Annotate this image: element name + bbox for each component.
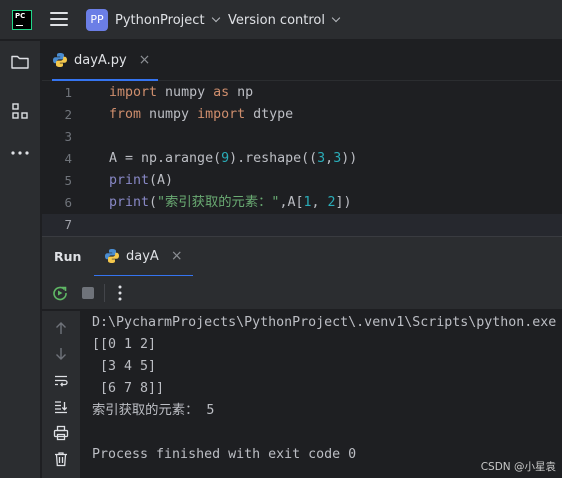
chevron-down-icon (211, 13, 220, 23)
pycharm-logo-icon[interactable]: PC (12, 10, 32, 30)
more-options-icon[interactable] (118, 282, 122, 304)
run-tab-daya[interactable]: dayA × (94, 237, 193, 277)
more-tools-icon[interactable] (10, 143, 30, 163)
code-line-4: 4 A = np.arange(9).reshape((3,3)) (42, 148, 562, 170)
stop-icon[interactable] (82, 287, 94, 299)
tab-label: dayA.py (74, 52, 127, 68)
project-badge: PP (86, 9, 108, 31)
run-tab-label: dayA (126, 248, 159, 264)
run-title: Run (54, 249, 82, 264)
version-control-label: Version control (228, 12, 325, 28)
project-selector[interactable]: PP PythonProject (86, 7, 220, 33)
line-number: 6 (64, 195, 72, 210)
close-icon[interactable]: × (171, 248, 183, 264)
structure-icon[interactable] (10, 101, 30, 121)
main-menu-icon[interactable] (50, 12, 68, 28)
print-icon[interactable] (53, 425, 69, 441)
console-side-toolbar (42, 311, 80, 478)
rerun-icon[interactable] (52, 285, 68, 301)
line-number: 1 (64, 85, 72, 100)
arrow-down-icon[interactable] (53, 346, 69, 362)
line-number: 5 (64, 173, 72, 188)
python-file-icon (53, 53, 67, 67)
close-icon[interactable]: × (139, 52, 151, 68)
code-line-1: 1 import numpy as np (42, 82, 562, 104)
line-number: 4 (64, 151, 72, 166)
line-number: 3 (64, 129, 72, 144)
main-toolbar: PC PP PythonProject Version control (0, 0, 562, 40)
console-line: Process finished with exit code 0 (92, 447, 357, 462)
run-toolbar (42, 276, 562, 310)
code-line-2: 2 from numpy import dtype (42, 104, 562, 126)
editor-tab-bar: dayA.py × (42, 41, 562, 81)
version-control-selector[interactable]: Version control (228, 7, 341, 33)
logo-text: PC (15, 12, 26, 20)
project-name: PythonProject (115, 12, 205, 28)
folder-icon[interactable] (10, 52, 30, 72)
code-line-7: 7 (42, 214, 562, 236)
console-line: [6 7 8]] (92, 381, 165, 396)
console-line: [3 4 5] (92, 359, 157, 374)
python-run-config-icon (105, 249, 119, 263)
console-line: [[0 1 2] (92, 337, 157, 352)
tool-window-strip (0, 41, 41, 478)
code-editor[interactable]: 1 import numpy as np 2 from numpy import… (42, 82, 562, 236)
run-tool-window-header: Run dayA × (42, 236, 562, 277)
toolbar-separator (104, 284, 105, 302)
code-line-3: 3 (42, 126, 562, 148)
watermark: CSDN @小星袁 (480, 461, 556, 473)
chevron-down-icon (331, 13, 341, 23)
code-line-5: 5 print(A) (42, 170, 562, 192)
console-output[interactable]: D:\PycharmProjects\PythonProject\.venv1\… (80, 311, 562, 478)
code-line-6: 6 print("索引获取的元素：",A[1, 2]) (42, 192, 562, 214)
trash-icon[interactable] (53, 451, 69, 467)
line-number: 7 (64, 217, 72, 232)
soft-wrap-icon[interactable] (53, 373, 69, 389)
line-number: 2 (64, 107, 72, 122)
tab-daya-py[interactable]: dayA.py × (52, 41, 159, 81)
scroll-to-end-icon[interactable] (53, 399, 69, 415)
console-line: 索引获取的元素： 5 (92, 403, 215, 418)
console-line: D:\PycharmProjects\PythonProject\.venv1\… (92, 315, 557, 330)
arrow-up-icon[interactable] (53, 320, 69, 336)
